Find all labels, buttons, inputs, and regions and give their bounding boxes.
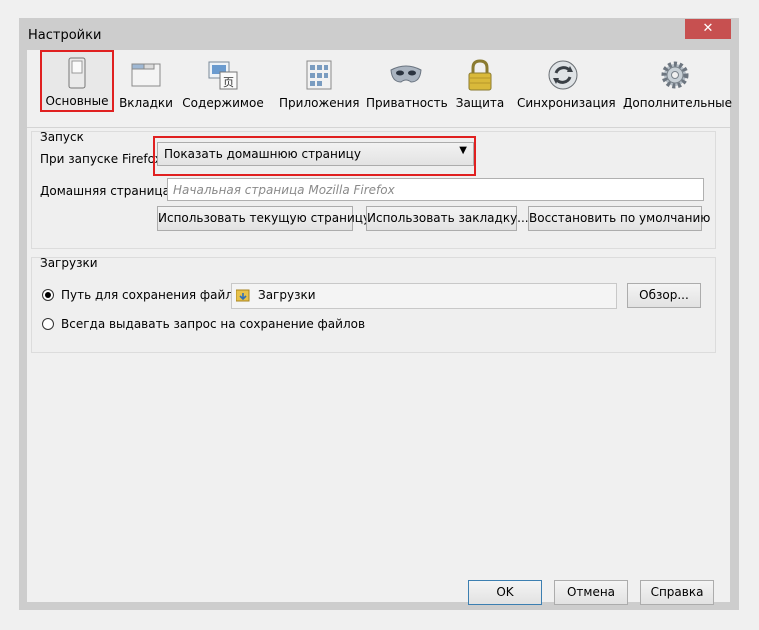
pane-advanced[interactable]: Дополнительные — [623, 54, 733, 116]
when-starts-label: При запуске Firefox: — [40, 152, 166, 166]
close-icon: ✕ — [702, 21, 714, 36]
browse-button[interactable]: Обзор... — [627, 283, 701, 308]
window-title: Настройки — [28, 28, 102, 43]
pane-label: Вкладки — [119, 96, 173, 110]
pane-general[interactable]: Основные — [40, 50, 114, 112]
pane-sync[interactable]: Синхронизация — [517, 54, 616, 116]
cancel-button[interactable]: Отмена — [554, 580, 628, 605]
applications-icon — [306, 60, 332, 90]
chevron-down-icon: ▼ — [459, 145, 467, 156]
save-to-label: Путь для сохранения файлов — [61, 288, 248, 302]
pane-label: Дополнительные — [623, 96, 733, 110]
always-ask-radio[interactable] — [42, 318, 54, 330]
close-button[interactable]: ✕ — [685, 19, 731, 39]
downloads-group-title: Загрузки — [40, 256, 98, 270]
pane-label: Основные — [45, 94, 109, 108]
pane-label: Синхронизация — [517, 96, 616, 110]
gear-icon — [661, 61, 689, 89]
pane-label: Приложения — [279, 96, 360, 110]
always-ask-label: Всегда выдавать запрос на сохранение фай… — [61, 317, 366, 331]
pane-label: Защита — [455, 96, 505, 110]
pane-applications[interactable]: Приложения — [279, 54, 360, 116]
content-icon: 页 — [208, 61, 238, 90]
startup-select[interactable]: Показать домашнюю страницу ▼ — [157, 142, 474, 166]
pane-content[interactable]: 页 Содержимое — [182, 54, 264, 116]
pane-privacy[interactable]: Приватность — [366, 54, 448, 116]
help-button[interactable]: Справка — [640, 580, 714, 605]
use-bookmark-button[interactable]: Использовать закладку... — [366, 206, 529, 231]
pane-label: Приватность — [366, 96, 448, 110]
startup-select-value: Показать домашнюю страницу — [164, 147, 361, 161]
tabs-icon — [131, 63, 161, 87]
save-to-radio[interactable] — [42, 289, 54, 301]
title-bar: Настройки ✕ — [19, 18, 739, 50]
homepage-field[interactable] — [167, 178, 704, 201]
preferences-content: Основные Вкладки 页 Содержимое Приложения… — [27, 50, 733, 605]
svg-text:页: 页 — [223, 76, 234, 89]
startup-group-title: Запуск — [40, 130, 84, 144]
use-current-page-button[interactable]: Использовать текущую страницу — [157, 206, 370, 231]
download-folder-name: Загрузки — [258, 288, 316, 302]
preferences-window: Настройки ✕ Основные Вкладки 页 Содержимо… — [19, 18, 739, 610]
ok-button[interactable]: OK — [468, 580, 542, 605]
homepage-label: Домашняя страница: — [40, 184, 174, 198]
pane-toolbar: Основные Вкладки 页 Содержимое Приложения… — [27, 50, 733, 128]
pane-security[interactable]: Защита — [453, 54, 507, 116]
download-path-field[interactable]: Загрузки — [231, 283, 617, 309]
switch-icon — [68, 57, 86, 89]
homepage-input[interactable] — [168, 179, 703, 200]
pane-label: Содержимое — [182, 96, 264, 110]
pane-tabs[interactable]: Вкладки — [115, 54, 177, 116]
mask-icon — [390, 65, 422, 83]
folder-icon — [236, 289, 250, 302]
startup-group: Запуск При запуске Firefox: Показать дом… — [31, 130, 716, 249]
restore-default-button[interactable]: Восстановить по умолчанию — [528, 206, 710, 231]
lock-icon — [468, 59, 492, 91]
downloads-group: Загрузки Путь для сохранения файлов Загр… — [31, 256, 716, 353]
sync-icon — [548, 60, 578, 90]
